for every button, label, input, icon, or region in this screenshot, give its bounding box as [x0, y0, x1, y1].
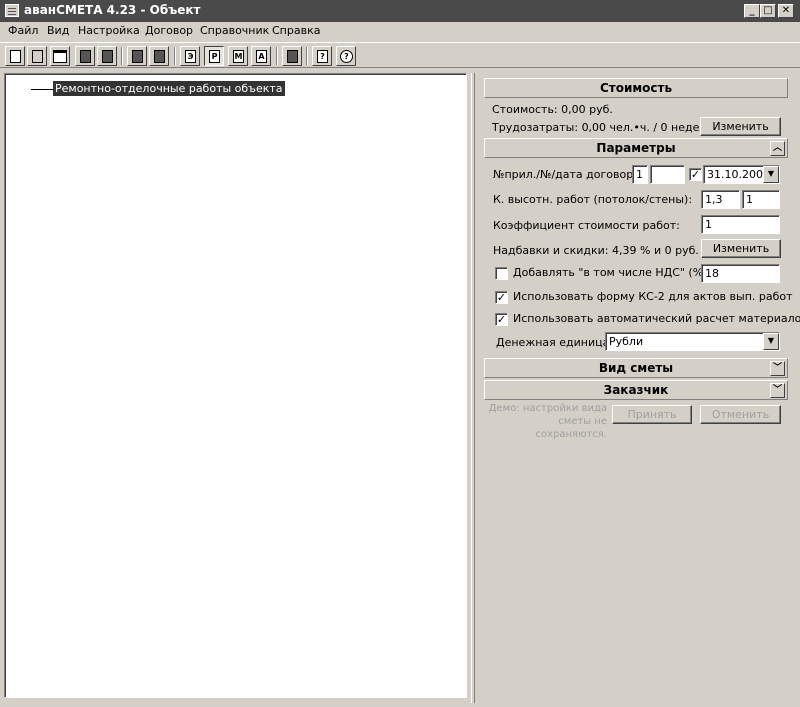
- book-icon[interactable]: [282, 46, 302, 66]
- surcharges-change-button[interactable]: Изменить: [701, 239, 781, 258]
- chevron-down-icon[interactable]: ▼: [763, 333, 779, 350]
- tree-node-root[interactable]: Ремонтно-отделочные работы объекта: [53, 81, 285, 96]
- help-icon[interactable]: ?: [312, 46, 332, 66]
- dropdown-arrow-icon[interactable]: ▼: [763, 166, 779, 183]
- minimize-button[interactable]: _: [744, 4, 760, 18]
- menu-settings[interactable]: Настройка: [78, 24, 140, 37]
- toolbar-separator: [121, 47, 123, 65]
- estimate-type-title: Вид сметы: [598, 361, 674, 375]
- title-bar: аванСМЕТА 4.23 - Объект _ □ ✕: [0, 0, 800, 22]
- customer-title: Заказчик: [603, 383, 669, 397]
- menu-help[interactable]: Справка: [272, 24, 320, 37]
- auto-calc-label: Использовать автоматический расчет матер…: [513, 312, 800, 325]
- open-folder-icon[interactable]: [27, 46, 47, 66]
- collapse-icon[interactable]: ︿: [770, 141, 785, 156]
- labor-text: Трудозатраты: 0,00 чел.•ч. / 0 недель: [492, 121, 713, 134]
- close-button[interactable]: ✕: [778, 4, 794, 18]
- menu-view[interactable]: Вид: [47, 24, 69, 37]
- form-a-icon[interactable]: А: [251, 46, 271, 66]
- panel-splitter[interactable]: [471, 73, 475, 703]
- object-tree[interactable]: Ремонтно-отделочные работы объекта: [4, 73, 467, 698]
- help-glyph: ?: [317, 50, 328, 63]
- save-all-icon[interactable]: [97, 46, 117, 66]
- form-a-glyph: А: [256, 50, 267, 63]
- window-icon[interactable]: [50, 46, 70, 66]
- contract-no-field[interactable]: [650, 165, 685, 184]
- new-doc-icon[interactable]: [5, 46, 25, 66]
- contract-app-no-field[interactable]: 1: [632, 165, 648, 184]
- menu-file[interactable]: Файл: [8, 24, 38, 37]
- contract-label: №прил./№/дата договора:: [493, 168, 644, 181]
- doc-icon[interactable]: [127, 46, 147, 66]
- form-m-glyph: М: [233, 50, 244, 63]
- info-icon[interactable]: ?: [336, 46, 356, 66]
- vat-label: Добавлять "в том числе НДС" (%):: [513, 266, 712, 279]
- ks2-label: Использовать форму КС-2 для актов вып. р…: [513, 290, 793, 303]
- cancel-button[interactable]: Отменить: [700, 405, 781, 424]
- toolbar: Э Р М А ? ?: [0, 42, 800, 68]
- form-e-icon[interactable]: Э: [180, 46, 200, 66]
- height-coef-walls-field[interactable]: 1: [742, 190, 780, 209]
- demo-note: Демо: настройки вида сметы не сохраняютс…: [484, 402, 607, 441]
- ks2-checkbox[interactable]: ✓: [495, 291, 508, 304]
- cost-section-header[interactable]: Стоимость: [484, 78, 788, 98]
- accept-button[interactable]: Принять: [612, 405, 692, 424]
- form-e-glyph: Э: [185, 50, 196, 63]
- contract-date-value: 31.10.2007: [707, 168, 770, 181]
- params-section-title: Параметры: [596, 141, 676, 155]
- contract-date-picker[interactable]: 31.10.2007 ▼: [703, 165, 780, 184]
- demo-note-line1: Демо: настройки вида: [488, 403, 607, 414]
- vat-checkbox[interactable]: [495, 267, 508, 280]
- expand-icon[interactable]: ﹀: [770, 361, 785, 376]
- toolbar-separator: [276, 47, 278, 65]
- currency-label: Денежная единица:: [496, 336, 614, 349]
- cost-coef-label: Коэффициент стоимости работ:: [493, 219, 680, 232]
- form-p-glyph: Р: [209, 50, 220, 63]
- cost-section-title: Стоимость: [599, 81, 673, 95]
- contract-date-checkbox[interactable]: ✓: [689, 168, 702, 181]
- vat-field[interactable]: 18: [701, 264, 780, 283]
- form-p-icon[interactable]: Р: [204, 46, 224, 66]
- demo-note-line2: сметы не сохраняются.: [535, 416, 608, 440]
- cost-coef-field[interactable]: 1: [701, 215, 780, 234]
- maximize-button[interactable]: □: [760, 4, 776, 18]
- auto-calc-checkbox[interactable]: ✓: [495, 313, 508, 326]
- expand-icon[interactable]: ﹀: [770, 383, 785, 398]
- height-coef-ceiling-field[interactable]: 1,3: [701, 190, 740, 209]
- params-section-header[interactable]: Параметры ︿: [484, 138, 788, 158]
- form-icon[interactable]: [149, 46, 169, 66]
- form-m-icon[interactable]: М: [228, 46, 248, 66]
- menu-bar: Файл Вид Настройка Договор Справочник Сп…: [0, 22, 800, 40]
- app-icon[interactable]: [5, 4, 19, 17]
- window-title: аванСМЕТА 4.23 - Объект: [24, 3, 201, 17]
- menu-reference[interactable]: Справочник: [200, 24, 269, 37]
- toolbar-separator: [306, 47, 308, 65]
- estimate-type-section-header[interactable]: Вид сметы ﹀: [484, 358, 788, 378]
- surcharges-label: Надбавки и скидки: 4,39 % и 0 руб.: [493, 244, 699, 257]
- currency-select[interactable]: Рубли ▼: [605, 332, 780, 351]
- toolbar-separator: [174, 47, 176, 65]
- customer-section-header[interactable]: Заказчик ﹀: [484, 380, 788, 400]
- height-coef-label: К. высотн. работ (потолок/стены):: [493, 193, 693, 206]
- cost-text: Стоимость: 0,00 руб.: [492, 103, 613, 116]
- tree-connector: [31, 89, 55, 90]
- menu-contract[interactable]: Договор: [145, 24, 193, 37]
- save-icon[interactable]: [75, 46, 95, 66]
- currency-value: Рубли: [609, 335, 644, 348]
- info-glyph: ?: [340, 50, 353, 63]
- cost-change-button[interactable]: Изменить: [700, 117, 781, 136]
